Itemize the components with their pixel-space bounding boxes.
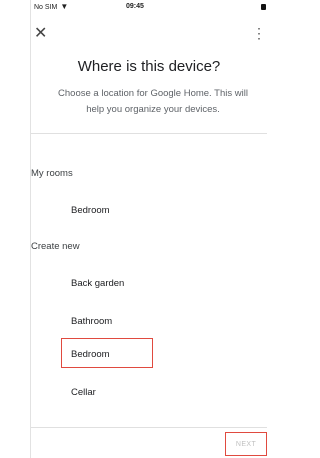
room-item-bedroom[interactable]: Bedroom xyxy=(71,349,110,360)
more-vert-icon[interactable]: ⋮ xyxy=(252,25,266,41)
room-item-cellar[interactable]: Cellar xyxy=(71,387,96,398)
section-my-rooms: My rooms xyxy=(31,168,73,179)
close-icon[interactable]: ✕ xyxy=(34,26,47,42)
phone-screen: No SIM ▼ 09:45 ✕ ⋮ Where is this device?… xyxy=(30,0,267,458)
status-time: 09:45 xyxy=(126,3,144,10)
bottom-bar: NEXT xyxy=(31,427,267,458)
status-bar: No SIM ▼ 09:45 xyxy=(31,0,267,15)
divider xyxy=(31,133,267,134)
subtitle-line-1: Choose a location for Google Home. This … xyxy=(58,88,248,99)
room-item-bedroom-existing[interactable]: Bedroom xyxy=(71,205,110,216)
room-item-bathroom[interactable]: Bathroom xyxy=(71,316,112,327)
wifi-icon: ▼ xyxy=(60,2,69,11)
carrier-info: No SIM ▼ xyxy=(34,3,68,11)
page-subtitle: Choose a location for Google Home. This … xyxy=(35,86,267,118)
carrier-label: No SIM xyxy=(34,3,58,11)
page: No SIM ▼ 09:45 ✕ ⋮ Where is this device?… xyxy=(0,0,267,458)
section-create-new: Create new xyxy=(31,241,80,252)
room-item-back-garden[interactable]: Back garden xyxy=(71,278,124,289)
next-button[interactable]: NEXT xyxy=(225,432,267,456)
page-title: Where is this device? xyxy=(77,58,221,75)
subtitle-line-2: help you organize your devices. xyxy=(86,104,220,115)
battery-icon xyxy=(261,4,266,10)
